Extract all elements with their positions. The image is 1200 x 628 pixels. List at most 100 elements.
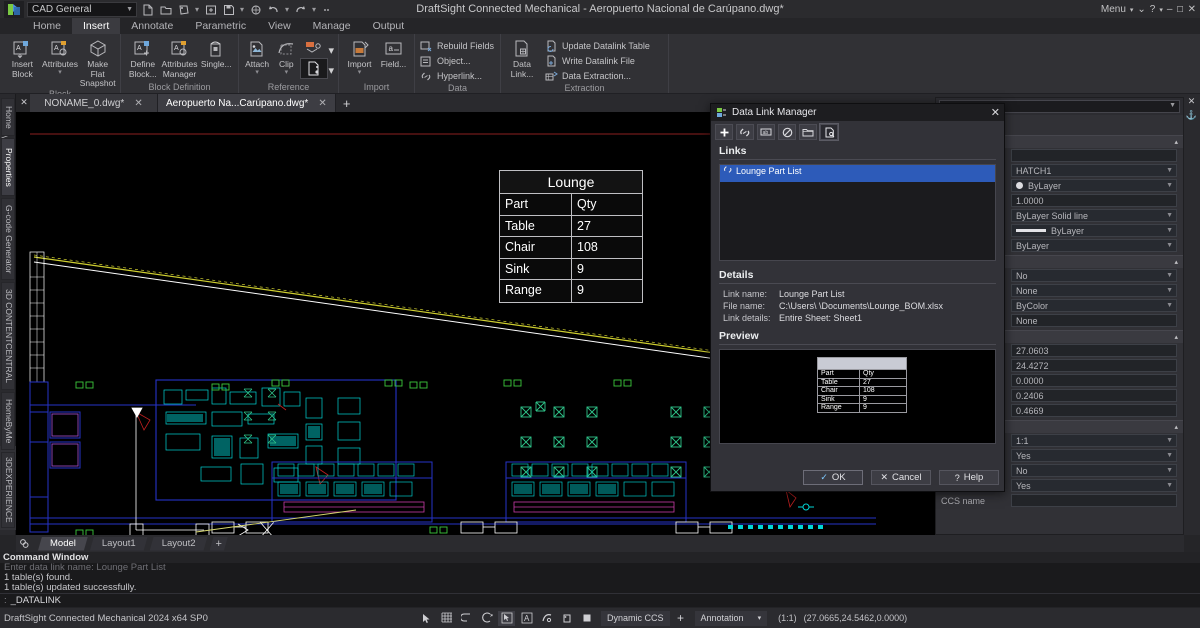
- ok-button[interactable]: ✓ OK: [803, 470, 863, 485]
- rename-link-icon[interactable]: ab: [757, 124, 775, 140]
- save-icon[interactable]: [221, 2, 236, 17]
- open-folder-icon[interactable]: [799, 124, 817, 140]
- ribbon-tab-annotate[interactable]: Annotate: [120, 18, 184, 34]
- dynamic-ccs-button[interactable]: Dynamic CCS: [601, 611, 670, 626]
- property-value-tile[interactable]: Yes ▼: [1011, 449, 1177, 462]
- help-dot-icon[interactable]: ▾: [1159, 6, 1163, 14]
- ribbon-tab-output[interactable]: Output: [362, 18, 416, 34]
- status-bar-add-button[interactable]: +: [673, 611, 689, 625]
- delete-link-icon[interactable]: [778, 124, 796, 140]
- right-dock-pin-icon[interactable]: ⚓: [1186, 110, 1197, 121]
- data-link-button[interactable]: Data Link...: [505, 36, 539, 79]
- qat-customize-icon[interactable]: [320, 2, 335, 17]
- ribbon-tab-insert[interactable]: Insert: [72, 18, 120, 34]
- object-button[interactable]: Object...: [419, 54, 494, 68]
- quickmod-icon[interactable]: [578, 611, 595, 626]
- dropdown-dot-icon[interactable]: ▾: [194, 5, 200, 14]
- print-icon[interactable]: [248, 2, 263, 17]
- layout-tab-layout1[interactable]: Layout1: [90, 537, 148, 551]
- clip-dropdown-icon[interactable]: ▾: [285, 70, 289, 76]
- property-value[interactable]: 1.0000: [1011, 194, 1177, 207]
- property-value-scale[interactable]: 1:1 ▼: [1011, 434, 1177, 447]
- make-flat-snapshot-button[interactable]: Make Flat Snapshot: [79, 36, 116, 89]
- single-button[interactable]: Single...: [198, 36, 234, 70]
- help-button[interactable]: ?: [1150, 4, 1156, 15]
- entity-track-icon[interactable]: A: [518, 611, 535, 626]
- right-dock-tab-3d-contentcentral[interactable]: 3D CONTENTCENTRAL: [1, 282, 15, 390]
- esnap-icon[interactable]: [458, 611, 475, 626]
- property-value-light[interactable]: No ▼: [1011, 464, 1177, 477]
- property-value-ccs-icon[interactable]: Yes ▼: [1011, 479, 1177, 492]
- links-list[interactable]: Lounge Part List: [719, 164, 996, 261]
- command-input[interactable]: : _DATALINK: [0, 593, 1200, 607]
- close-icon[interactable]: ✕: [318, 98, 326, 109]
- redo-dropdown-dot-icon[interactable]: ▾: [311, 5, 317, 14]
- property-value-linestyle[interactable]: ByLayer Solid line ▼: [1011, 209, 1177, 222]
- ribbon-tab-view[interactable]: View: [257, 18, 302, 34]
- right-dock-close-button[interactable]: ✕: [1186, 96, 1197, 107]
- insert-block-button[interactable]: A Insert Block: [4, 36, 41, 79]
- entity-snap-icon[interactable]: [498, 611, 515, 626]
- property-value[interactable]: [1011, 149, 1177, 162]
- hyperlink-button[interactable]: Hyperlink...: [419, 69, 494, 83]
- import-button[interactable]: Import ▾: [343, 36, 376, 76]
- edit-link-icon[interactable]: [736, 124, 754, 140]
- property-value-ccs-name[interactable]: [1011, 494, 1177, 507]
- right-dock-tab-gcode-generator[interactable]: G-code Generator: [1, 198, 15, 280]
- undo-icon[interactable]: [266, 2, 281, 17]
- document-tab-aeropuerto[interactable]: Aeropuerto Na...Carúpano.dwg* ✕: [158, 94, 336, 112]
- clip-button[interactable]: Clip ▾: [272, 36, 300, 76]
- import-dropdown-icon[interactable]: ▾: [358, 70, 362, 76]
- data-extraction-button[interactable]: Data Extraction...: [544, 69, 650, 83]
- attach-dropdown-icon[interactable]: ▾: [255, 70, 259, 76]
- pointer-snap-icon[interactable]: [418, 611, 435, 626]
- save-as-icon[interactable]: [176, 2, 191, 17]
- property-value[interactable]: None: [1011, 314, 1177, 327]
- reference-manager-dropdown-icon[interactable]: ▾: [328, 44, 334, 57]
- help-button[interactable]: ? Help: [939, 470, 999, 485]
- property-value-layer[interactable]: HATCH1 ▼: [1011, 164, 1177, 177]
- right-dock-tab-properties[interactable]: Properties: [1, 138, 15, 196]
- layout-tab-model[interactable]: Model: [38, 537, 88, 551]
- left-dock-close-button[interactable]: ✕: [18, 96, 30, 108]
- maximize-button[interactable]: ☐: [1176, 5, 1183, 14]
- property-value[interactable]: 27.0603: [1011, 344, 1177, 357]
- property-value[interactable]: 24.4272: [1011, 359, 1177, 372]
- update-datalink-table-button[interactable]: Update Datalink Table: [544, 39, 650, 53]
- save-dropdown-dot-icon[interactable]: ▾: [239, 5, 245, 14]
- property-value-color[interactable]: ByLayer ▼: [1011, 179, 1177, 192]
- undo-dropdown-dot-icon[interactable]: ▾: [284, 5, 290, 14]
- close-icon[interactable]: ✕: [134, 98, 142, 109]
- property-value[interactable]: 0.4669: [1011, 404, 1177, 417]
- property-value[interactable]: No ▼: [1011, 269, 1177, 282]
- workspace-selector[interactable]: CAD General ▼: [27, 2, 137, 17]
- property-value[interactable]: 0.0000: [1011, 374, 1177, 387]
- redo-icon[interactable]: [293, 2, 308, 17]
- menu-button[interactable]: Menu: [1101, 4, 1126, 15]
- attributes-dropdown-icon[interactable]: ▾: [58, 70, 62, 76]
- ribbon-tab-manage[interactable]: Manage: [302, 18, 362, 34]
- property-value-lineweight[interactable]: ByLayer ▼: [1011, 224, 1177, 237]
- new-document-icon[interactable]: [140, 2, 155, 17]
- layout-tab-layout2[interactable]: Layout2: [150, 537, 208, 551]
- define-block-button[interactable]: A Define Block...: [125, 36, 161, 79]
- right-dock-tab-homebyme[interactable]: HomeByMe: [1, 392, 15, 450]
- command-history[interactable]: Enter data link name: Lounge Part List 1…: [0, 563, 1200, 593]
- ortho-icon[interactable]: [558, 611, 575, 626]
- attributes-manager-button[interactable]: A Attributes Manager: [162, 36, 198, 79]
- annotation-scale-dropdown[interactable]: Annotation ▾: [695, 611, 768, 626]
- right-dock-tab-3dexperience[interactable]: 3DEXPERIENCE: [1, 452, 15, 528]
- dialog-close-button[interactable]: ✕: [991, 106, 1000, 119]
- property-value-transparency[interactable]: ByLayer ▼: [1011, 239, 1177, 252]
- reference-manager-button[interactable]: [301, 38, 327, 57]
- minimize-button[interactable]: –: [1167, 4, 1173, 15]
- detach-link-icon[interactable]: [820, 124, 838, 140]
- add-layout-button[interactable]: +: [210, 537, 228, 551]
- grid-icon[interactable]: [438, 611, 455, 626]
- list-item[interactable]: Lounge Part List: [720, 165, 995, 176]
- cancel-button[interactable]: ✕ Cancel: [871, 470, 931, 485]
- draftsight-logo-icon[interactable]: [4, 1, 24, 18]
- document-tab-noname[interactable]: NONAME_0.dwg* ✕: [30, 94, 158, 112]
- field-button[interactable]: a Field...: [377, 36, 410, 70]
- attributes-button[interactable]: A Attributes ▾: [42, 36, 79, 76]
